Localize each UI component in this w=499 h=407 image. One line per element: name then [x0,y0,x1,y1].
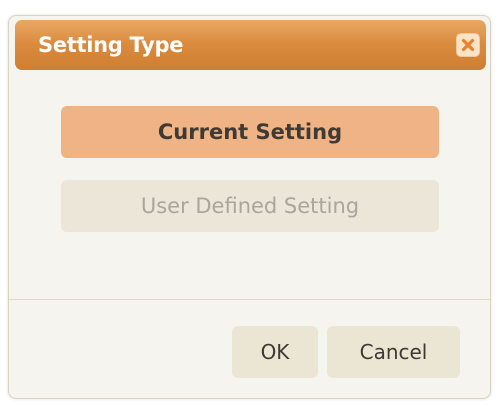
dialog-title: Setting Type [38,33,184,57]
current-setting-option[interactable]: Current Setting [61,106,439,158]
user-defined-setting-label: User Defined Setting [140,194,360,218]
setting-type-dialog: Setting Type Current Setting User Define… [8,15,491,399]
ok-button-label: OK [260,340,290,364]
ok-button[interactable]: OK [232,326,318,378]
footer-divider [9,299,490,300]
cancel-button-label: Cancel [359,340,428,364]
cancel-button[interactable]: Cancel [327,326,460,378]
close-button[interactable] [456,33,480,57]
user-defined-setting-option[interactable]: User Defined Setting [61,180,439,232]
current-setting-label: Current Setting [157,120,343,144]
close-icon [461,38,475,52]
dialog-titlebar[interactable]: Setting Type [15,20,486,70]
